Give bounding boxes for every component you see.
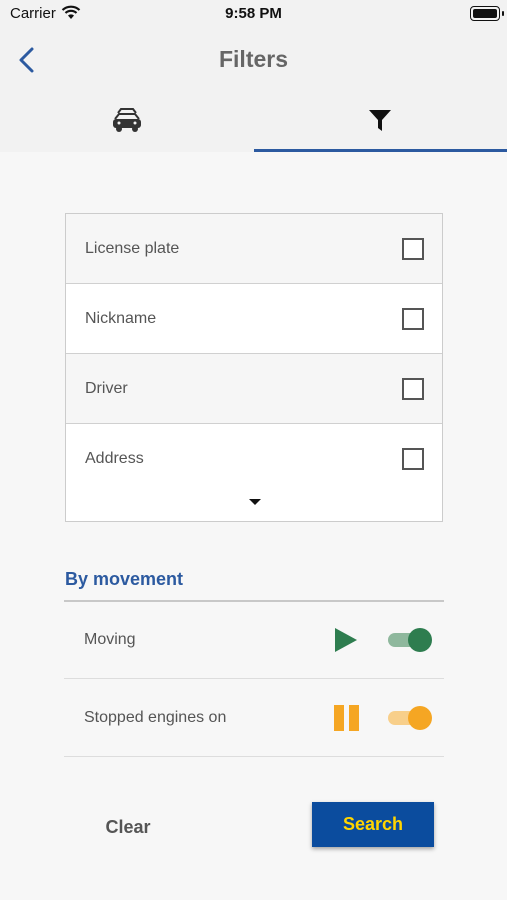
expand-caret-icon[interactable]	[249, 499, 261, 505]
field-label: Address	[85, 450, 144, 467]
stopped-engines-on-toggle[interactable]	[388, 705, 432, 731]
movement-label: Moving	[84, 631, 136, 648]
field-row-license-plate[interactable]: License plate	[66, 214, 442, 284]
battery-icon	[470, 6, 504, 21]
navigation-bar: Filters	[0, 30, 507, 90]
moving-toggle[interactable]	[388, 627, 432, 653]
funnel-icon	[369, 109, 392, 131]
tab-bar	[0, 90, 507, 152]
field-label: License plate	[85, 240, 180, 257]
action-bar: Clear Search	[0, 785, 507, 900]
field-label: Nickname	[85, 310, 157, 327]
search-fields-panel: License plate Nickname Driver Address	[65, 213, 443, 522]
pause-icon	[334, 705, 359, 731]
cars-icon	[112, 108, 141, 132]
driver-checkbox[interactable]	[402, 378, 424, 400]
search-button[interactable]: Search	[312, 802, 434, 847]
play-icon	[335, 628, 357, 652]
movement-row-stopped: Stopped engines on	[64, 679, 444, 757]
nickname-checkbox[interactable]	[402, 308, 424, 330]
section-title-movement: By movement	[65, 569, 184, 589]
tab-vehicles[interactable]	[0, 90, 254, 152]
movement-row-moving: Moving	[64, 601, 444, 679]
field-row-driver[interactable]: Driver	[66, 354, 442, 424]
clear-button[interactable]: Clear	[86, 811, 170, 843]
status-bar: Carrier 9:58 PM	[0, 0, 507, 30]
clock: 9:58 PM	[225, 5, 282, 22]
license-plate-checkbox[interactable]	[402, 238, 424, 260]
address-checkbox[interactable]	[402, 448, 424, 470]
movement-label: Stopped engines on	[84, 709, 227, 726]
field-row-nickname[interactable]: Nickname	[66, 284, 442, 354]
page-title: Filters	[218, 46, 289, 72]
field-label: Driver	[85, 380, 128, 397]
tab-filters[interactable]	[253, 90, 507, 152]
field-row-address[interactable]: Address	[66, 424, 442, 494]
